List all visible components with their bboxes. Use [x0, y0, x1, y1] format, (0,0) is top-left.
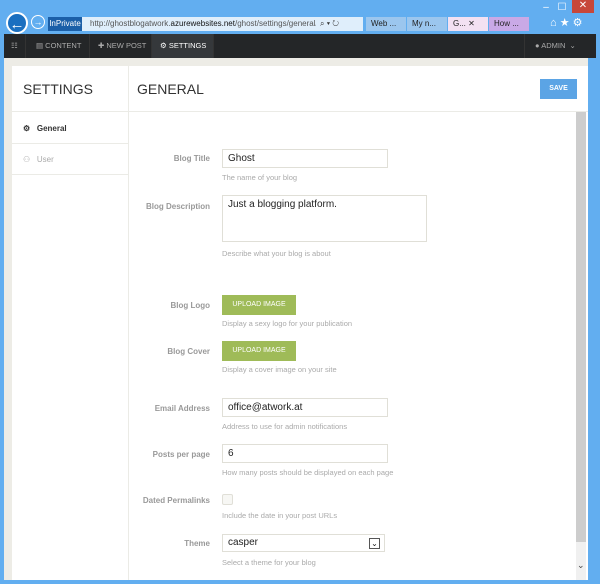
- forward-button[interactable]: →: [31, 15, 45, 29]
- upload-cover-button[interactable]: UPLOAD IMAGE: [222, 341, 296, 361]
- main-header: GENERAL: [129, 66, 588, 112]
- sidebar-title: SETTINGS: [12, 66, 128, 112]
- close-window-button[interactable]: ✕: [572, 0, 594, 13]
- save-button[interactable]: SAVE: [540, 79, 577, 99]
- maximize-button[interactable]: ☐: [556, 2, 568, 14]
- email-input[interactable]: [222, 398, 388, 417]
- address-bar[interactable]: http://ghostblogatwork.azurewebsites.net…: [82, 17, 316, 31]
- url-domain: azurewebsites.net: [170, 19, 235, 28]
- theme-help: Select a theme for your blog: [222, 558, 316, 567]
- dated-permalinks-label: Dated Permalinks: [142, 496, 210, 505]
- url-path: /ghost/settings/general/: [234, 19, 316, 28]
- scrollbar-thumb[interactable]: [576, 112, 586, 542]
- blog-title-help: The name of your blog: [222, 173, 298, 182]
- ghost-navbar: ☷ ▤ CONTENT ✚ NEW POST ⚙ SETTINGS ● ADMI…: [4, 34, 596, 58]
- inprivate-badge: InPrivate: [48, 17, 82, 31]
- tab-web[interactable]: Web ...: [366, 17, 406, 31]
- sidebar-item-label: General: [36, 124, 67, 133]
- blog-description-input[interactable]: Just a blogging platform.: [222, 195, 427, 242]
- search-refresh-icons[interactable]: ⌕ ▾ ↻: [316, 17, 363, 31]
- blog-cover-label: Blog Cover: [167, 347, 210, 356]
- user-name: ADMIN: [541, 41, 566, 50]
- theme-value: casper: [228, 537, 259, 548]
- tab-my[interactable]: My n...: [407, 17, 447, 31]
- chevron-down-icon[interactable]: ⌄: [369, 538, 380, 549]
- blog-description-help: Describe what your blog is about: [222, 249, 331, 258]
- nav-content-label: CONTENT: [45, 41, 82, 50]
- nav-new-post-label: NEW POST: [106, 41, 147, 50]
- nav-new-post[interactable]: ✚ NEW POST: [90, 34, 152, 58]
- sidebar-item-general[interactable]: ⚙ General: [12, 113, 128, 144]
- minimize-button[interactable]: –: [540, 2, 552, 14]
- tab-label: G...: [453, 19, 466, 28]
- dated-permalinks-checkbox[interactable]: [222, 494, 233, 505]
- blog-logo-help: Display a sexy logo for your publication: [222, 319, 353, 328]
- blog-title-label: Blog Title: [173, 154, 210, 163]
- posts-per-page-help: How many posts should be displayed on ea…: [222, 468, 394, 477]
- tab-how[interactable]: How ...: [489, 17, 529, 31]
- back-button[interactable]: ←: [6, 12, 28, 34]
- nav-content[interactable]: ▤ CONTENT: [26, 34, 90, 58]
- tab-ghost-active[interactable]: G... ✕: [448, 17, 488, 31]
- upload-logo-button[interactable]: UPLOAD IMAGE: [222, 295, 296, 315]
- user-menu[interactable]: ● ADMIN ⌄: [524, 34, 596, 58]
- posts-per-page-label: Posts per page: [152, 450, 210, 459]
- home-star-gear-icons[interactable]: ⌂ ★ ⚙: [550, 16, 582, 29]
- tab-label: My n...: [412, 19, 437, 28]
- email-help: Address to use for admin notifications: [222, 422, 348, 431]
- url-prefix: http://ghostblogatwork.: [90, 19, 171, 28]
- blog-title-input[interactable]: [222, 149, 388, 168]
- page-title: GENERAL: [137, 81, 204, 97]
- ghost-logo-icon[interactable]: ☷: [4, 34, 26, 58]
- email-label: Email Address: [154, 404, 210, 413]
- nav-settings[interactable]: ⚙ SETTINGS: [152, 34, 214, 58]
- tab-label: Web ...: [371, 19, 397, 28]
- theme-label: Theme: [184, 539, 210, 548]
- scroll-down-icon[interactable]: ⌄: [577, 560, 585, 571]
- sidebar-item-label: User: [36, 155, 54, 164]
- theme-select[interactable]: casper ⌄: [222, 534, 385, 552]
- dated-permalinks-help: Include the date in your post URLs: [222, 511, 338, 520]
- blog-logo-label: Blog Logo: [170, 301, 210, 310]
- blog-cover-help: Display a cover image on your site: [222, 365, 337, 374]
- posts-per-page-input[interactable]: [222, 444, 388, 463]
- tab-label: How ...: [494, 19, 519, 28]
- nav-settings-label: SETTINGS: [168, 41, 207, 50]
- blog-description-label: Blog Description: [145, 202, 210, 211]
